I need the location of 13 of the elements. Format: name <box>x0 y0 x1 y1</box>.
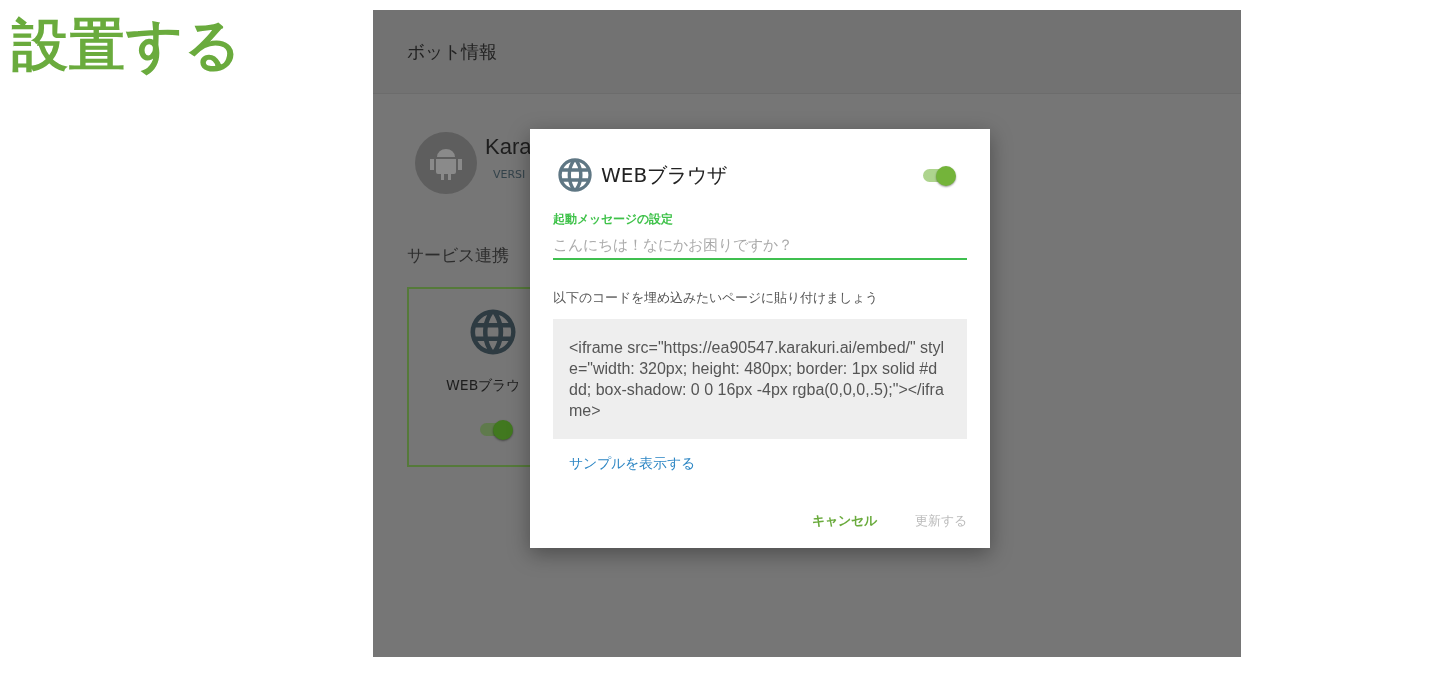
android-avatar-icon <box>415 132 477 194</box>
embed-code: <iframe src="https://ea90547.karakuri.ai/embed/" style="width: 320px; height: 480px; border: 1px solid #ddd; box-shadow: 0 0 16px -4px rgba(0,0,0,.5);"></iframe> <box>553 319 967 439</box>
bot-name: Kara <box>485 134 532 160</box>
globe-icon <box>555 155 595 195</box>
field-label: 起動メッセージの設定 <box>553 211 673 228</box>
section-title: サービス連携 <box>407 244 509 267</box>
slide-heading: 設置する <box>12 11 242 79</box>
cancel-button[interactable]: キャンセル <box>812 511 877 532</box>
dialog-title: WEBブラウザ <box>601 161 728 189</box>
service-name: WEBブラウ <box>446 377 521 395</box>
sample-link[interactable]: サンプルを表示する <box>569 455 695 473</box>
header-title: ボット情報 <box>407 39 497 64</box>
version-label: VERSI <box>493 168 527 181</box>
